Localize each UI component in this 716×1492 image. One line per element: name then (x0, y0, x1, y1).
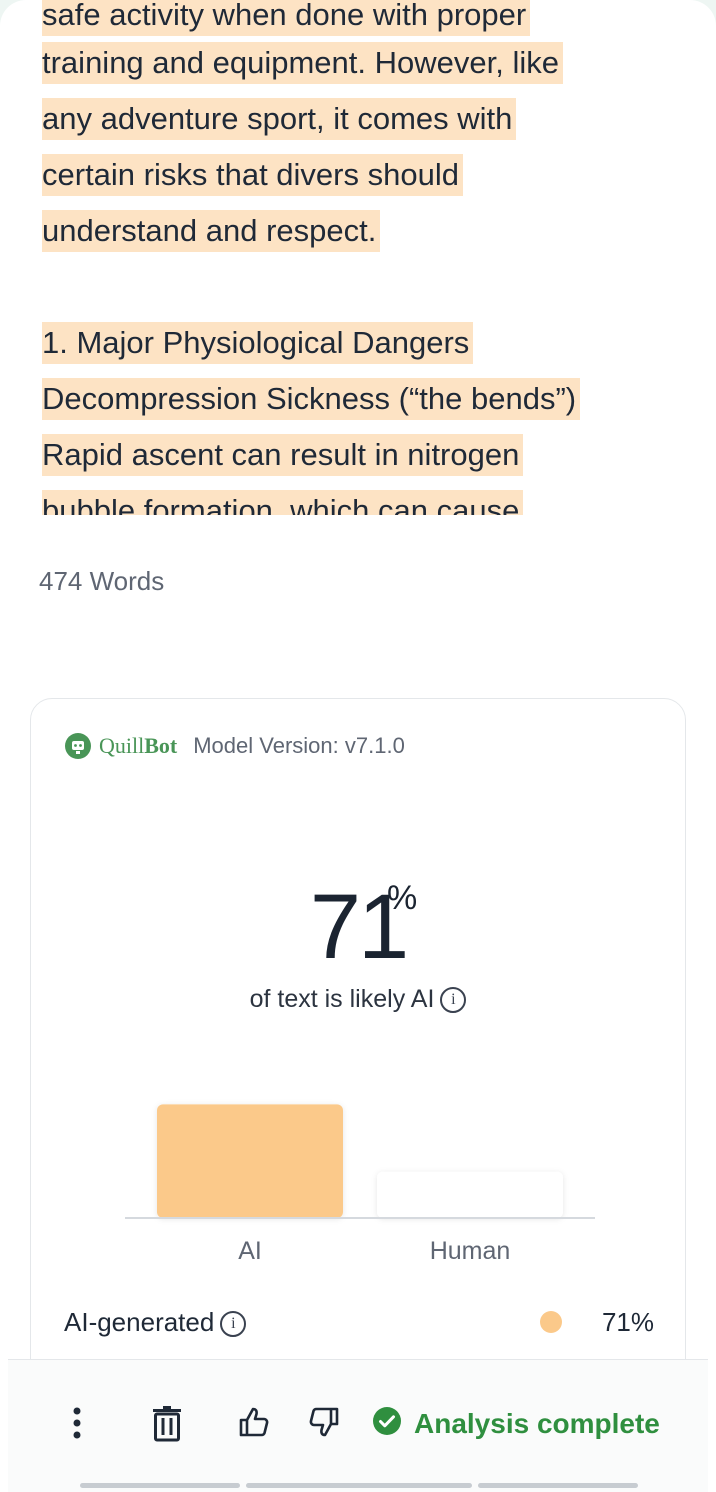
bottom-toolbar: Analysis complete (8, 1359, 708, 1492)
ai-score-unit: % (387, 879, 418, 917)
ai-detection-result-card: QuillBot Model Version: v7.1.0 71 % of t… (30, 698, 686, 1398)
ai-generated-value: 71% (601, 1307, 654, 1337)
text-editor[interactable]: safe activity when done with proper trai… (0, 0, 716, 515)
editor-line: 1. Major Physiological Dangers (42, 322, 474, 364)
model-version: Model Version: v7.1.0 (193, 733, 405, 758)
app-sheet: safe activity when done with proper trai… (0, 0, 716, 1492)
quillbot-logo-icon (65, 733, 91, 759)
editor-line: any adventure sport, it comes with (42, 98, 517, 140)
check-circle-icon (372, 1406, 402, 1441)
info-icon[interactable]: i (440, 987, 467, 1014)
bar-human (377, 1171, 563, 1218)
more-vertical-icon[interactable] (70, 1406, 84, 1445)
thumbs-down-icon[interactable] (308, 1406, 340, 1443)
ai-human-bar-chart: AI Human (125, 1104, 595, 1265)
editor-line: training and equipment. However, like (42, 42, 563, 84)
ai-generated-row: AI-generated i 71% (64, 1301, 654, 1341)
editor-line: understand and respect. (42, 210, 381, 252)
nav-gesture-bar (478, 1483, 638, 1488)
ai-generated-label: AI-generated i (64, 1307, 247, 1338)
editor-line: certain risks that divers should (42, 154, 463, 196)
ai-score: 71 (31, 875, 685, 980)
thumbs-up-icon[interactable] (238, 1406, 270, 1443)
analysis-status-text: Analysis complete (414, 1407, 660, 1439)
nav-gesture-bar (80, 1483, 240, 1488)
editor-line: bubble formation, which can cause (42, 490, 524, 515)
tick-label-human: Human (430, 1237, 511, 1265)
analysis-status: Analysis complete (372, 1406, 660, 1441)
trash-icon[interactable] (152, 1406, 182, 1447)
tick-label-ai: AI (238, 1237, 262, 1265)
nav-gesture-bar (246, 1483, 472, 1488)
info-icon[interactable]: i (220, 1311, 247, 1338)
editor-line: Rapid ascent can result in nitrogen (42, 434, 524, 476)
ai-legend-dot (540, 1311, 562, 1333)
bar-ai (157, 1104, 343, 1218)
brand-name: QuillBot (99, 733, 178, 758)
editor-line: safe activity when done with proper (42, 0, 531, 36)
word-count: 474 Words (39, 566, 165, 596)
score-description-text: of text is likely AI (249, 985, 435, 1013)
editor-line: Decompression Sickness (“the bends”) (42, 378, 581, 420)
card-header: QuillBot Model Version: v7.1.0 (65, 733, 405, 759)
score-description: of text is likely AI i (31, 985, 685, 1014)
